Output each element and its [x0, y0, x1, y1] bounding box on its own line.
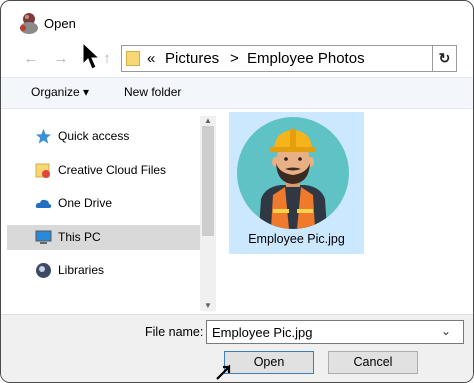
scrollbar-thumb[interactable]: [202, 126, 214, 236]
back-button[interactable]: ←: [21, 49, 41, 69]
dialog-footer: File name: ⌄ Open Cancel: [1, 314, 473, 382]
file-name-input[interactable]: [206, 320, 464, 344]
window-title: Open: [44, 16, 76, 31]
sidebar-item-label: Quick access: [58, 129, 130, 143]
mouse-cursor-icon: [216, 364, 231, 380]
mouse-cursor-icon: [82, 42, 101, 70]
file-list: Employee Pic.jpg: [219, 109, 473, 314]
breadcrumb-separator[interactable]: >: [230, 50, 239, 67]
navigation-row: ← → ↑ « Pictures > Employee Photos ↻: [1, 42, 473, 75]
cloud-icon: [35, 199, 52, 208]
chevron-down-icon[interactable]: ⌄: [441, 324, 451, 338]
libraries-icon: [36, 263, 51, 278]
sidebar-item-creative-cloud-files[interactable]: Creative Cloud Files: [7, 158, 200, 183]
sidebar-item-label: Creative Cloud Files: [58, 163, 167, 177]
breadcrumb-overflow[interactable]: «: [147, 50, 155, 67]
star-icon: [36, 129, 51, 144]
address-bar[interactable]: « Pictures > Employee Photos ↻: [121, 45, 457, 72]
construction-worker-avatar-icon: [237, 117, 349, 229]
organize-label: Organize: [31, 85, 80, 99]
sidebar-item-one-drive[interactable]: One Drive: [7, 191, 200, 216]
app-icon: [20, 13, 38, 34]
breadcrumb-pictures[interactable]: Pictures: [165, 50, 219, 67]
open-button[interactable]: Open: [224, 351, 314, 374]
folder-icon: [126, 51, 140, 66]
file-name-label: Employee Pic.jpg: [248, 232, 345, 246]
sidebar-scrollbar[interactable]: ▲ ▼: [200, 116, 216, 311]
monitor-icon: [35, 230, 52, 244]
organize-button[interactable]: Organize ▾: [31, 85, 89, 99]
open-dialog: Open ← → ↑ « Pictures > Employee Photos …: [0, 0, 474, 383]
arrow-left-icon: ←: [23, 50, 39, 67]
sidebar-item-label: One Drive: [58, 196, 113, 210]
refresh-icon: ↻: [438, 50, 451, 66]
sidebar-item-libraries[interactable]: Libraries: [7, 258, 200, 283]
cancel-button[interactable]: Cancel: [328, 351, 418, 374]
file-name-field-label: File name:: [145, 325, 204, 339]
creative-cloud-folder-icon: [35, 163, 50, 178]
arrow-right-icon: →: [53, 50, 69, 67]
sidebar-item-quick-access[interactable]: Quick access: [7, 124, 200, 149]
file-item[interactable]: Employee Pic.jpg: [229, 112, 364, 254]
command-toolbar: Organize ▾ New folder: [1, 77, 473, 109]
navigation-pane: Quick access Creative Cloud Files One Dr…: [7, 116, 200, 311]
forward-button[interactable]: →: [51, 49, 71, 69]
refresh-button[interactable]: ↻: [432, 46, 456, 71]
title-bar: Open: [1, 1, 473, 45]
new-folder-label: New folder: [124, 85, 182, 99]
breadcrumb-employee-photos[interactable]: Employee Photos: [247, 50, 365, 67]
new-folder-button[interactable]: New folder: [124, 85, 181, 99]
sidebar-item-label: Libraries: [58, 263, 105, 277]
sidebar-item-label: This PC: [58, 230, 101, 244]
scroll-down-icon[interactable]: ▼: [200, 301, 216, 311]
scroll-up-icon[interactable]: ▲: [200, 116, 216, 126]
sidebar-item-this-pc[interactable]: This PC: [7, 225, 200, 250]
caret-down-icon: ▾: [83, 85, 90, 99]
